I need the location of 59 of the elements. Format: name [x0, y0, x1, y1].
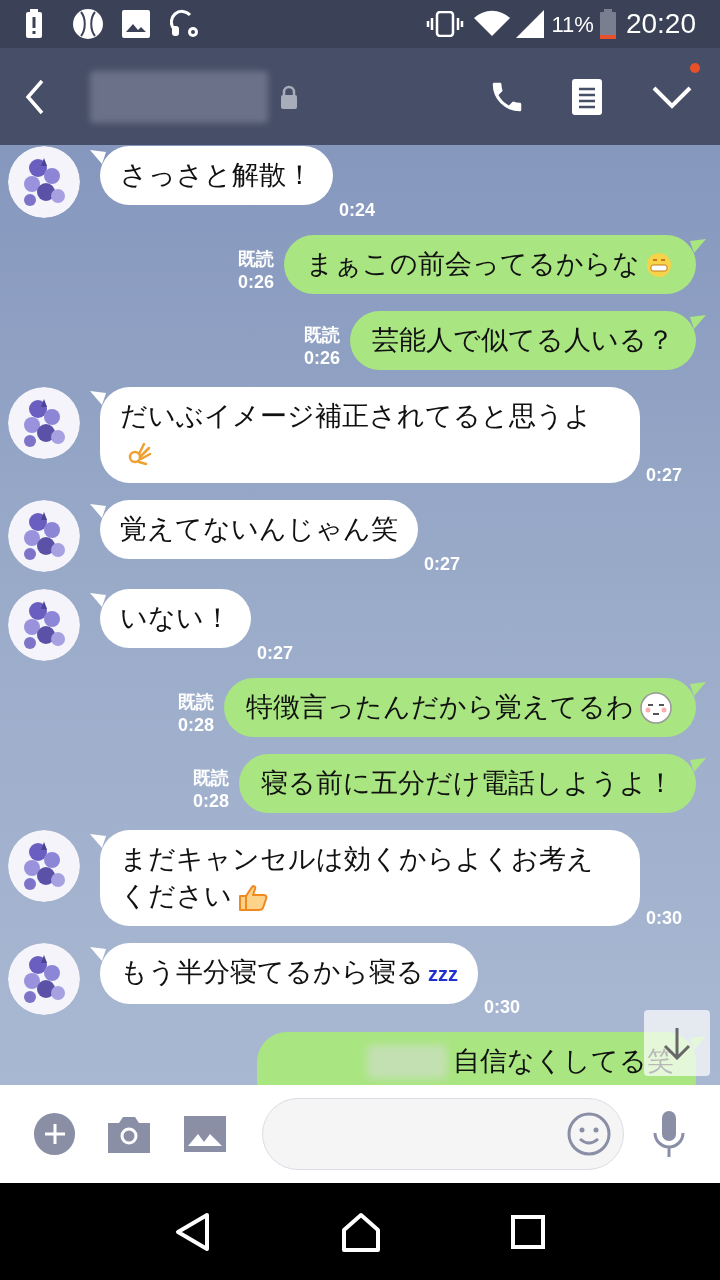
- message-time: 0:28: [177, 714, 214, 737]
- bubble-tail: [90, 391, 106, 405]
- thumbs-up-icon: [236, 882, 270, 913]
- message-time: 0:28: [192, 790, 229, 813]
- clock: 20:20: [625, 7, 696, 41]
- sent-message: 特徴言ったんだから覚えてるわ: [224, 678, 696, 737]
- battery-percent: 11%: [551, 10, 594, 39]
- read-receipt: 既読: [192, 767, 229, 790]
- wifi-icon: [473, 10, 510, 38]
- received-message: さっさと解散！: [100, 146, 333, 205]
- headphones-settings-icon: [170, 9, 200, 39]
- signal-icon: [515, 10, 544, 38]
- microphone-button[interactable]: [652, 1111, 686, 1157]
- back-icon[interactable]: [24, 78, 46, 115]
- read-receipt: 既読: [237, 248, 274, 271]
- sent-message: まぁこの前会ってるからな: [284, 235, 696, 294]
- zzz-emoji: zzz: [428, 963, 458, 985]
- bubble-tail: [90, 593, 106, 607]
- read-receipt: 既読: [177, 691, 214, 714]
- back-nav-button[interactable]: [175, 1211, 211, 1252]
- read-receipt: 既読: [303, 324, 340, 347]
- bubble-tail: [90, 834, 106, 848]
- baseball-icon: [72, 8, 104, 40]
- message-time: 0:26: [237, 271, 274, 294]
- message-time: 0:30: [646, 908, 683, 928]
- message-time: 0:26: [303, 347, 340, 370]
- face-emoji-icon: [638, 689, 674, 726]
- bubble-tail: [90, 947, 106, 961]
- camera-button[interactable]: [108, 1115, 151, 1153]
- add-button[interactable]: [34, 1113, 76, 1155]
- bubble-tail: [690, 758, 706, 772]
- image-icon: [122, 10, 150, 38]
- message-time: 0:27: [646, 465, 683, 485]
- bubble-tail: [690, 315, 706, 329]
- bubble-tail: [90, 504, 106, 518]
- sent-message: 寝る前に五分だけ電話しようよ！: [239, 754, 696, 813]
- received-message: だいぶイメージ補正されてると思うよ: [100, 387, 640, 483]
- battery-icon: [599, 9, 616, 39]
- plus-icon[interactable]: [42, 1122, 67, 1146]
- bubble-tail: [90, 150, 106, 164]
- recents-nav-button[interactable]: [511, 1214, 545, 1249]
- message-time: 0:27: [257, 643, 294, 663]
- message-time: 0:24: [339, 200, 376, 220]
- battery-alert-icon: [24, 9, 44, 39]
- scroll-down-button[interactable]: [644, 1010, 710, 1076]
- message-time: 0:27: [424, 554, 461, 574]
- message-time: 0:30: [484, 997, 521, 1017]
- received-message: いない！: [100, 589, 251, 648]
- vibrate-icon: [425, 11, 464, 37]
- lock-icon: [280, 84, 298, 109]
- received-message: まだキャンセルは効くからよくお考えください: [100, 830, 640, 926]
- received-message: 覚えてないんじゃん笑: [100, 500, 418, 559]
- gallery-button[interactable]: [184, 1116, 227, 1152]
- sent-message: 芸能人で似てる人いる？: [350, 311, 696, 370]
- home-nav-button[interactable]: [341, 1211, 381, 1252]
- bubble-tail: [690, 682, 706, 696]
- received-message: もう半分寝てるから寝る zzz: [100, 943, 478, 1004]
- emoji-icon[interactable]: [567, 1112, 611, 1156]
- bubble-tail: [690, 239, 706, 253]
